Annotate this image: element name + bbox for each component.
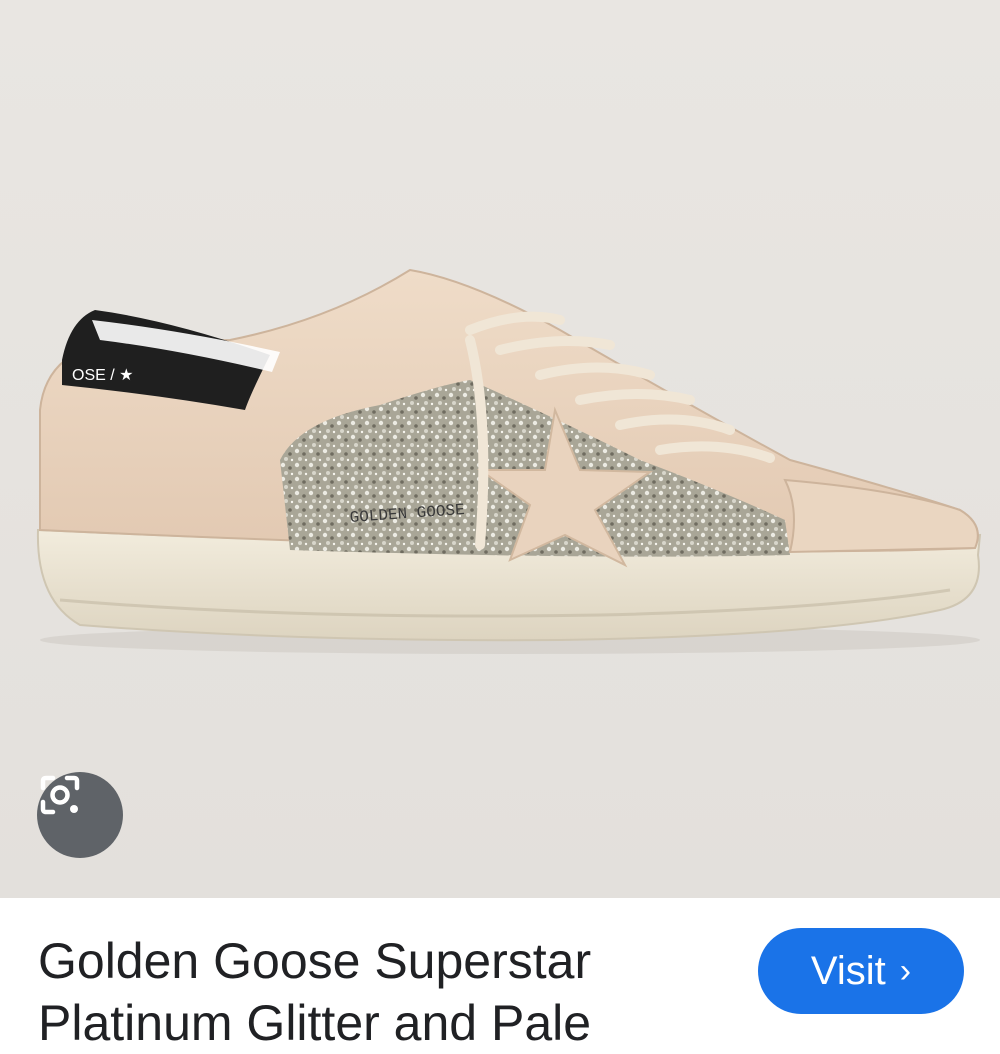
sneaker-image: OSE / ★ GOLDEN GOOSE	[36, 268, 982, 654]
chevron-right-icon: ›	[899, 952, 912, 990]
lens-icon	[40, 775, 80, 815]
visit-button[interactable]: Visit ›	[758, 928, 964, 1014]
heel-brand-text: OSE / ★	[72, 367, 133, 384]
lens-button[interactable]	[37, 772, 123, 858]
product-image[interactable]: OSE / ★ GOLDEN GOOSE	[0, 0, 1000, 898]
visit-label: Visit	[810, 948, 886, 993]
result-title[interactable]: Golden Goose Superstar Platinum Glitter …	[38, 930, 738, 1054]
